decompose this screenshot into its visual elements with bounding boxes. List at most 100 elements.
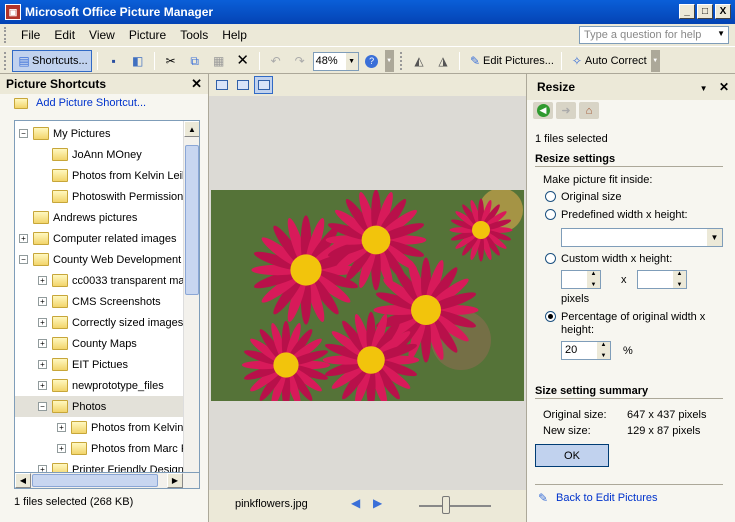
minimize-button[interactable]: _: [679, 4, 695, 19]
paste-button[interactable]: ▦: [208, 50, 230, 72]
tree-item[interactable]: + cc0033 transparent ma: [15, 270, 185, 291]
custom-width-input[interactable]: ▲ ▼: [561, 270, 601, 289]
ok-button[interactable]: OK: [535, 444, 609, 467]
menu-file[interactable]: File: [14, 28, 47, 42]
edit-pictures-button[interactable]: ✎ Edit Pictures...: [465, 50, 556, 72]
chevron-down-icon[interactable]: ▼: [707, 229, 722, 246]
toolbar-options-button[interactable]: ▼: [384, 50, 394, 72]
home-button[interactable]: ⌂: [579, 102, 599, 119]
menu-view[interactable]: View: [82, 28, 122, 42]
export-button[interactable]: ◧: [127, 50, 149, 72]
filmstrip-view-button[interactable]: [233, 76, 252, 94]
toolbar-options-button[interactable]: ▼: [650, 50, 660, 72]
expand-icon[interactable]: +: [38, 276, 47, 285]
single-picture-view-button[interactable]: [254, 76, 273, 94]
menu-help[interactable]: Help: [215, 28, 254, 42]
tree-item[interactable]: + CMS Screenshots: [15, 291, 161, 312]
tree-item[interactable]: Photos from Kelvin Leib: [15, 165, 188, 186]
tree-item[interactable]: + Correctly sized images: [15, 312, 183, 333]
expand-icon[interactable]: +: [19, 234, 28, 243]
next-arrow-icon[interactable]: ▶: [373, 496, 382, 510]
scroll-thumb[interactable]: [185, 145, 199, 295]
copy-button[interactable]: ⧉: [184, 50, 206, 72]
rotate-left-button[interactable]: ◭: [408, 50, 430, 72]
menu-tools[interactable]: Tools: [173, 28, 215, 42]
thumbnail-view-button[interactable]: [212, 76, 231, 94]
chevron-down-icon[interactable]: ▼: [717, 29, 725, 38]
tree-item[interactable]: Photoswith Permissions: [15, 186, 189, 207]
tree-item[interactable]: + Photos from Marc F: [15, 438, 188, 459]
rotate-right-button[interactable]: ◮: [432, 50, 454, 72]
delete-button[interactable]: ✕: [232, 50, 254, 72]
percentage-spinner[interactable]: ▲ ▼: [597, 342, 610, 359]
chevron-down-icon[interactable]: ▼: [345, 52, 358, 70]
zoom-slider-track[interactable]: [419, 505, 491, 507]
ask-question-input[interactable]: Type a question for help ▼: [579, 26, 729, 44]
percentage-radio[interactable]: [545, 311, 556, 322]
task-pane-menu-icon[interactable]: ▼: [700, 84, 708, 93]
scroll-up-icon[interactable]: ▲: [184, 121, 199, 137]
filmstrip-view-icon: [236, 80, 249, 90]
file-name: pinkflowers.jpg: [235, 498, 308, 510]
tree-item[interactable]: − Photos: [15, 396, 190, 417]
close-pane-icon[interactable]: ✕: [719, 80, 729, 94]
scroll-thumb[interactable]: [32, 474, 158, 487]
width-spinner[interactable]: ▲ ▼: [587, 271, 600, 288]
collapse-icon[interactable]: −: [19, 255, 28, 264]
percentage-input[interactable]: 20 ▲ ▼: [561, 341, 611, 360]
tree-item[interactable]: − County Web Development: [15, 249, 181, 270]
back-to-edit-pictures-link[interactable]: ✎ Back to Edit Pictures: [535, 490, 658, 506]
predefined-size-select[interactable]: ▼: [561, 228, 723, 247]
toolbar-grip[interactable]: [400, 52, 403, 70]
tree-item[interactable]: − My Pictures: [15, 123, 110, 144]
auto-correct-button[interactable]: ✧ Auto Correct: [567, 50, 649, 72]
close-button[interactable]: X: [715, 4, 731, 19]
tree-vertical-scrollbar[interactable]: ▲: [183, 121, 199, 479]
tree-item[interactable]: + Computer related images: [15, 228, 177, 249]
help-button[interactable]: ?: [361, 50, 383, 72]
original-size-radio[interactable]: [545, 191, 556, 202]
previous-arrow-icon[interactable]: ◀: [351, 496, 360, 510]
delete-icon: ✕: [236, 52, 249, 69]
predefined-size-radio[interactable]: [545, 209, 556, 220]
tree-item[interactable]: Andrews pictures: [15, 207, 137, 228]
expand-icon[interactable]: +: [38, 297, 47, 306]
menu-picture[interactable]: Picture: [122, 28, 173, 42]
scroll-left-icon[interactable]: ◀: [15, 473, 31, 488]
menu-edit[interactable]: Edit: [47, 28, 82, 42]
tree-item[interactable]: + Photos from Kelvin: [15, 417, 183, 438]
custom-height-input[interactable]: ▲ ▼: [637, 270, 687, 289]
save-button[interactable]: ▪: [103, 50, 125, 72]
expand-icon[interactable]: +: [57, 423, 66, 432]
expand-icon[interactable]: +: [38, 360, 47, 369]
undo-button[interactable]: ↶: [265, 50, 287, 72]
zoom-slider-thumb[interactable]: [442, 496, 450, 514]
add-picture-shortcut-link[interactable]: Add Picture Shortcut...: [14, 97, 146, 109]
picture-preview[interactable]: [211, 190, 524, 401]
back-button[interactable]: ◀: [533, 102, 553, 119]
zoom-select[interactable]: 48% ▼: [312, 51, 359, 71]
toolbar-grip[interactable]: [4, 27, 8, 43]
forward-button[interactable]: ➜: [556, 102, 576, 119]
tree-item[interactable]: + newprototype_files: [15, 375, 164, 396]
height-spinner[interactable]: ▲ ▼: [673, 271, 686, 288]
toolbar-grip[interactable]: [4, 52, 7, 70]
cut-button[interactable]: ✂: [160, 50, 182, 72]
percent-sign: %: [623, 345, 633, 357]
expand-icon[interactable]: +: [38, 318, 47, 327]
scroll-right-icon[interactable]: ▶: [167, 473, 183, 488]
shortcuts-button[interactable]: ▤ Shortcuts...: [12, 50, 92, 72]
redo-button[interactable]: ↷: [289, 50, 311, 72]
expand-icon[interactable]: +: [38, 339, 47, 348]
expand-icon[interactable]: +: [38, 381, 47, 390]
collapse-icon[interactable]: −: [38, 402, 47, 411]
custom-size-radio[interactable]: [545, 253, 556, 264]
close-pane-icon[interactable]: ✕: [191, 76, 202, 92]
collapse-icon[interactable]: −: [19, 129, 28, 138]
tree-item[interactable]: JoAnn MOney: [15, 144, 142, 165]
tree-item[interactable]: + County Maps: [15, 333, 137, 354]
maximize-button[interactable]: □: [697, 4, 713, 19]
tree-item[interactable]: + EIT Pictues: [15, 354, 128, 375]
expand-icon[interactable]: +: [57, 444, 66, 453]
tree-horizontal-scrollbar[interactable]: ◀ ▶: [14, 472, 200, 489]
